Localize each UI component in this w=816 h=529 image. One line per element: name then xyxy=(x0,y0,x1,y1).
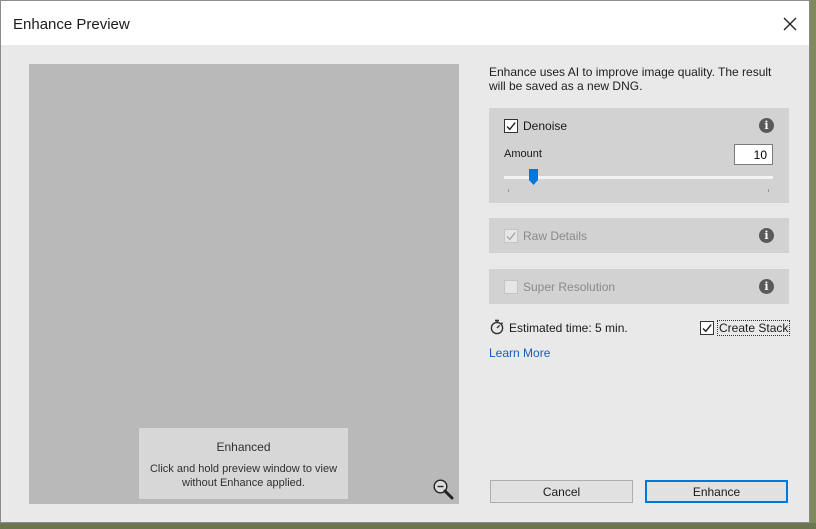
create-stack-checkbox[interactable] xyxy=(700,321,714,335)
info-icon[interactable]: i xyxy=(759,118,774,133)
amount-input[interactable] xyxy=(734,144,773,165)
window-title: Enhance Preview xyxy=(13,16,130,33)
enhance-button[interactable]: Enhance xyxy=(645,480,788,503)
preview-overlay: Enhanced Click and hold preview window t… xyxy=(139,428,348,499)
preview-overlay-description: Click and hold preview window to view wi… xyxy=(149,463,338,489)
raw-details-checkbox[interactable] xyxy=(504,229,518,243)
create-stack-label[interactable]: Create Stack xyxy=(717,320,791,336)
enhance-description: Enhance uses AI to improve image quality… xyxy=(489,65,772,93)
super-resolution-panel: Super Resolution i xyxy=(489,269,789,304)
raw-details-label: Raw Details xyxy=(523,229,588,243)
checkmark-icon xyxy=(506,122,516,131)
checkmark-icon xyxy=(702,324,712,333)
desktop-background-bottom xyxy=(0,523,816,529)
enhance-preview-dialog: Enhance Preview Enhanced Click and hold … xyxy=(0,0,810,523)
cancel-button[interactable]: Cancel xyxy=(490,480,633,503)
estimated-time-text: Estimated time: 5 min. xyxy=(509,321,628,335)
super-resolution-checkbox[interactable] xyxy=(504,280,518,294)
amount-label: Amount xyxy=(504,148,542,160)
title-bar: Enhance Preview xyxy=(1,1,809,45)
info-icon[interactable]: i xyxy=(759,279,774,294)
denoise-label[interactable]: Denoise xyxy=(523,119,567,133)
learn-more-link[interactable]: Learn More xyxy=(489,346,550,360)
close-button[interactable] xyxy=(775,9,805,39)
slider-tick xyxy=(768,189,769,192)
amount-slider-thumb[interactable] xyxy=(529,169,538,185)
close-icon xyxy=(783,17,797,31)
checkmark-icon xyxy=(506,232,516,241)
info-icon[interactable]: i xyxy=(759,228,774,243)
amount-slider-track[interactable] xyxy=(504,176,773,179)
raw-details-panel: Raw Details i xyxy=(489,218,789,253)
preview-overlay-title: Enhanced xyxy=(216,440,271,454)
slider-tick xyxy=(508,189,509,192)
stopwatch-icon xyxy=(490,319,504,335)
preview-window[interactable]: Enhanced Click and hold preview window t… xyxy=(29,64,459,504)
denoise-panel: Denoise i Amount xyxy=(489,108,789,203)
super-resolution-label: Super Resolution xyxy=(523,280,616,294)
denoise-checkbox[interactable] xyxy=(504,119,518,133)
desktop-background-right xyxy=(810,0,816,529)
zoom-out-icon[interactable] xyxy=(432,478,454,500)
